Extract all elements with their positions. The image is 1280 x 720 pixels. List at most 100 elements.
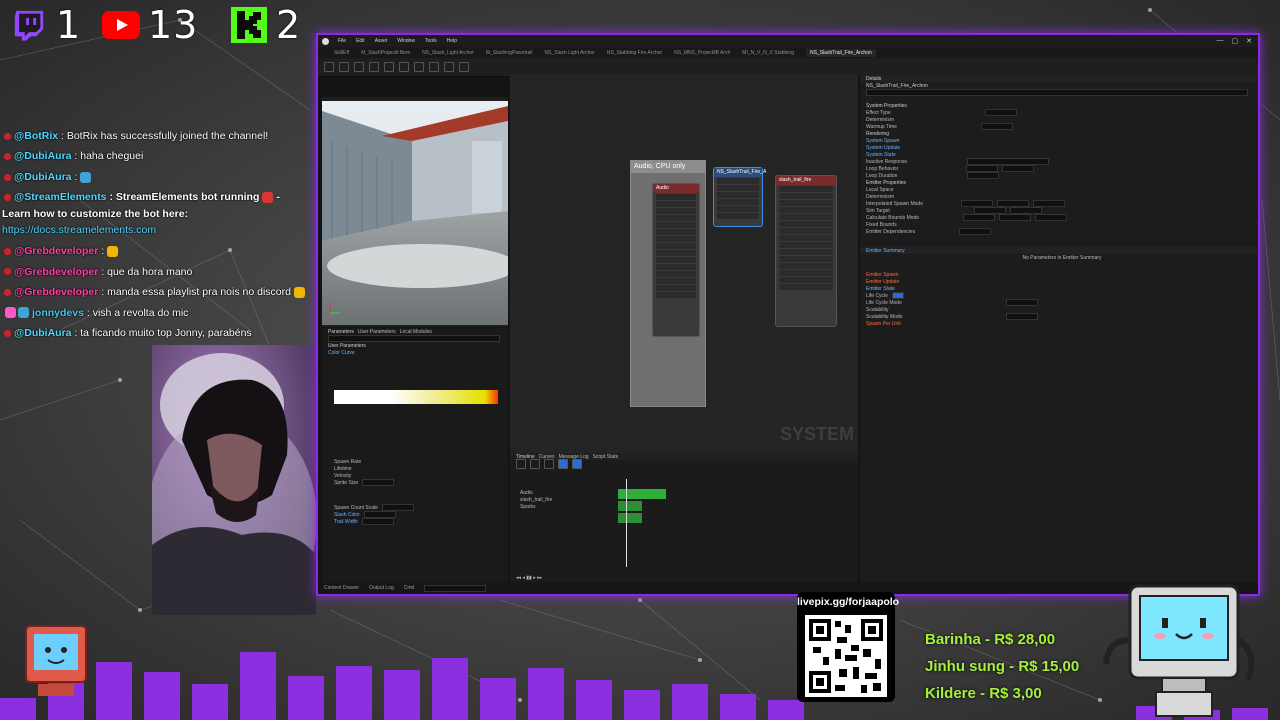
- retro-computer-mascot-icon: [25, 625, 87, 696]
- chat-link[interactable]: https://docs.streamelements.com: [2, 224, 156, 236]
- playhead[interactable]: [626, 479, 627, 567]
- bounds-icon[interactable]: [399, 62, 409, 72]
- chat-message: @StreamElements : StreamElements bot run…: [2, 189, 308, 238]
- settings-icon[interactable]: [384, 62, 394, 72]
- preview-viewport[interactable]: [322, 101, 508, 325]
- parameter-list[interactable]: Spawn Rate Lifetime Velocity Sprite Size…: [328, 458, 504, 525]
- slash-trail-node[interactable]: slash_trail_fire: [775, 175, 837, 327]
- editor-menu-bar[interactable]: File Edit Asset Window Tools Help: [338, 38, 457, 44]
- color-gradient-bar[interactable]: [334, 390, 498, 404]
- badge-icon: [5, 307, 16, 319]
- search-field[interactable]: [322, 335, 508, 342]
- kick-icon: [230, 7, 268, 43]
- window-controls[interactable]: — ▢ ✕: [1217, 37, 1253, 45]
- niagara-editor-window[interactable]: File Edit Asset Window Tools Help — ▢ ✕ SkillEf…: [316, 33, 1260, 596]
- debug-icon[interactable]: [429, 62, 439, 72]
- performance-icon[interactable]: [444, 62, 454, 72]
- badge-icon: [18, 307, 29, 319]
- chat-text: : haha cheguei: [74, 150, 144, 163]
- chat-username: jonnydevs: [32, 306, 84, 319]
- thumbnail-icon[interactable]: [414, 62, 424, 72]
- chat-username: @Grebdeveloper: [14, 245, 99, 258]
- system-emitter-node[interactable]: NS_SlashTrail_Fire_A: [713, 167, 766, 227]
- track-bar[interactable]: [618, 501, 642, 511]
- chat-username: @Grebdeveloper: [14, 286, 99, 299]
- chat-text: : ta ficando muito top Jonny, parabéns: [74, 327, 252, 340]
- qr-code-icon: [805, 615, 887, 697]
- preview-panel[interactable]: [322, 97, 508, 327]
- donation-item: Jinhu sung - R$ 15,00: [925, 658, 1080, 675]
- chat-text: : BotRix has successfully joined the cha…: [61, 130, 269, 142]
- parameters-panel[interactable]: Parameters User Parameters Local Modules U…: [322, 328, 508, 583]
- compile-icon[interactable]: [354, 62, 364, 72]
- chat-username: @DubiAura: [14, 170, 72, 183]
- chat-text: : que da hora mano: [101, 265, 193, 278]
- graph-watermark: SYSTEM: [779, 424, 854, 444]
- track-bar[interactable]: [618, 513, 642, 523]
- kick-count: 2: [276, 3, 302, 47]
- color-curve-row[interactable]: Color Curve: [322, 349, 508, 356]
- chat-badge-icon: [4, 132, 11, 140]
- monitor-mascot-icon: [1103, 584, 1255, 717]
- chat-text: :: [101, 245, 105, 258]
- chat-message: @Grebdeveloper :: [2, 241, 308, 261]
- audio-emitter-node[interactable]: Audio: [652, 183, 700, 337]
- chat-username: @StreamElements: [14, 191, 107, 204]
- details-title: NS_SlashTrail_Fire_Archon: [866, 82, 928, 89]
- simulate-icon[interactable]: [459, 62, 469, 72]
- emote-icon: [107, 245, 119, 257]
- webcam-feed: [152, 345, 316, 615]
- editor-title-bar: File Edit Asset Window Tools Help — ▢ ✕: [318, 35, 1258, 47]
- emote-icon: [262, 192, 274, 204]
- save-icon[interactable]: [324, 62, 334, 72]
- twitch-icon: [10, 8, 48, 42]
- editor-tab-bar[interactable]: SkillEff M_SlashProjectil Bem NS_Slash_Lig…: [318, 47, 1258, 58]
- chat-badge-icon: [4, 288, 11, 296]
- chat-badge-icon: [4, 329, 11, 337]
- donation-item: Barinha - R$ 28,00: [925, 631, 1056, 648]
- minimize-icon[interactable]: —: [1217, 37, 1224, 45]
- youtube-icon: [102, 8, 140, 42]
- chat-badge-icon: [4, 194, 11, 202]
- selection-details-panel[interactable]: Details NS_SlashTrail_Fire_Archon System…: [860, 75, 1258, 583]
- playback-controls[interactable]: ◂◂ ◂ ▮▮ ▸ ▸▸: [510, 574, 542, 581]
- chat-badge-icon: [4, 173, 11, 181]
- comment-title: Audio, CPU only: [631, 161, 705, 173]
- close-icon[interactable]: ✕: [1246, 37, 1252, 45]
- chat-badge-icon: [4, 153, 11, 161]
- apply-icon[interactable]: [369, 62, 379, 72]
- chat-overlay: @BotRix : BotRix has successfully joined…: [2, 126, 308, 344]
- details-property-list[interactable]: System Properties Effect Type Determinis…: [860, 102, 1258, 327]
- emote-icon: [80, 171, 92, 183]
- emote-icon: [293, 286, 305, 298]
- chat-username: @DubiAura: [14, 327, 72, 340]
- maximize-icon[interactable]: ▢: [1232, 37, 1239, 45]
- audio-visualizer: [0, 652, 1268, 720]
- system-overview-graph[interactable]: Audio, CPU only Audio NS_SlashTrail_Fire…: [510, 75, 858, 453]
- kick-viewer-count: 2: [230, 3, 302, 47]
- browse-icon[interactable]: [339, 62, 349, 72]
- timeline-toolbar[interactable]: [510, 458, 858, 469]
- tab-active[interactable]: NS_SlashTrail_Fire_Archon: [805, 48, 876, 57]
- chat-badge-icon: [4, 268, 11, 276]
- track-list: Audio slash_trail_fire Sparks: [520, 489, 553, 510]
- chat-message: @Grebdeveloper : que da hora mano: [2, 262, 308, 282]
- twitch-viewer-count: 1: [10, 3, 81, 47]
- details-search[interactable]: [860, 89, 1258, 96]
- chat-text: : manda essa playlist pra nois no discor…: [101, 286, 291, 299]
- chat-username: @DubiAura: [14, 150, 72, 163]
- chat-badge-icon: [4, 247, 11, 255]
- timeline-tracks[interactable]: [610, 479, 858, 567]
- chat-username: @Grebdeveloper: [14, 265, 99, 278]
- chat-username: @BotRix: [14, 130, 59, 142]
- timeline-panel[interactable]: Timeline Curves Message Log Script Stats Au…: [510, 453, 858, 583]
- qr-caption: livepix.gg/forjaapolo: [797, 596, 900, 608]
- chat-text: : StreamElements bot running: [109, 191, 260, 204]
- details-tab[interactable]: Details: [860, 75, 1258, 82]
- chat-text: :: [74, 170, 78, 183]
- section-header: User Parameters: [328, 342, 366, 349]
- chat-message: @Grebdeveloper : manda essa playlist pra…: [2, 282, 308, 302]
- chat-message: jonnydevs : vish a revolta do mic: [2, 303, 308, 323]
- youtube-viewer-count: 13: [102, 3, 198, 47]
- panel-tabs[interactable]: Parameters User Parameters Local Modules: [322, 328, 508, 335]
